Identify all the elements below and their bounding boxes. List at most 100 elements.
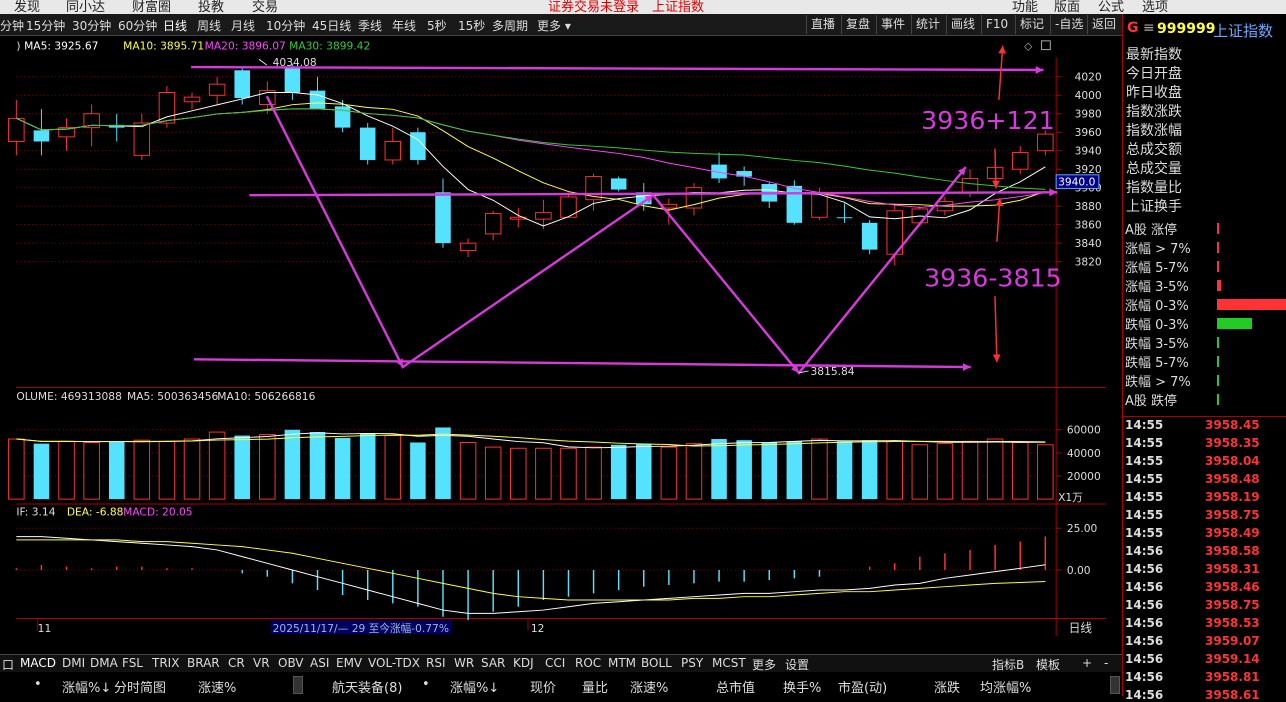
f10-button[interactable]: F10 [981, 15, 1012, 34]
indicator-tab-mcst[interactable]: MCST [712, 656, 746, 670]
col-pe[interactable]: 市盈(动) [838, 677, 887, 696]
mark-button[interactable]: 标记 [1015, 15, 1048, 34]
indicator-tab-rsi[interactable]: RSI [426, 656, 446, 670]
tick-time: 14:56 [1125, 652, 1164, 666]
indicator-tab-asi[interactable]: ASI [310, 656, 329, 670]
tick-price: 3958.75 [1205, 598, 1260, 612]
col-turnover[interactable]: 换手% [783, 677, 821, 696]
volume-bar [410, 442, 426, 500]
period-more[interactable]: 更多 ▾ [537, 17, 571, 34]
menu-trade[interactable]: 交易 [252, 0, 278, 14]
col-avg-change[interactable]: 均涨幅% [980, 677, 1031, 696]
menu-options[interactable]: 选项 [1142, 0, 1168, 14]
maximize-icon[interactable] [1041, 40, 1051, 51]
scrollbar-right[interactable] [1110, 676, 1120, 694]
price-highlight-label: 3940.0 [1058, 176, 1096, 189]
stats-button[interactable]: 统计 [911, 15, 944, 34]
indicator-tab-psy[interactable]: PSY [681, 656, 703, 670]
indicator-b-button[interactable]: 指标B [992, 656, 1024, 673]
col-market-cap[interactable]: 总市值 [716, 677, 755, 696]
col-price[interactable]: 现价 [530, 677, 556, 696]
login-warning[interactable]: 证券交易未登录 上证指数 [548, 0, 704, 14]
bucket-label: A股 跌停 [1125, 394, 1178, 409]
col-change[interactable]: 涨跌 [934, 677, 960, 696]
col-mini-chart[interactable]: 分时简图 [114, 677, 166, 696]
indicator-tab-cr[interactable]: CR [228, 656, 245, 670]
indicator-tab-box[interactable]: 口 [2, 656, 14, 673]
add-button[interactable]: + [1082, 656, 1092, 670]
bucket-label: 跌幅 > 7% [1125, 375, 1191, 390]
volume-bar [560, 447, 577, 500]
indicator-tab-emv[interactable]: EMV [336, 656, 362, 670]
scrollbar-left[interactable] [293, 676, 303, 694]
period-1min[interactable]: 分钟 [0, 17, 24, 34]
indicator-tab-kdj[interactable]: KDJ [513, 656, 534, 670]
col-change-pct-left[interactable]: 涨幅%↓ [62, 677, 111, 696]
indicator-tab-cci[interactable]: CCI [545, 656, 565, 670]
period-10min[interactable]: 10分钟 [266, 17, 305, 34]
col-volume-ratio[interactable]: 量比 [582, 677, 608, 696]
col-speed[interactable]: 涨速% [630, 677, 668, 696]
col-sector-aerospace[interactable]: 航天装备(8) [332, 677, 402, 696]
period-5sec[interactable]: 5秒 [427, 17, 447, 34]
indicator-tab-dma[interactable]: DMA [90, 656, 118, 670]
indicator-tab-trix[interactable]: TRIX [152, 656, 179, 670]
menu-formula[interactable]: 公式 [1098, 0, 1124, 14]
period-15min[interactable]: 15分钟 [26, 17, 65, 34]
menu-wealth-circle[interactable]: 财富圈 [132, 0, 171, 14]
period-quarterly[interactable]: 季线 [358, 17, 382, 34]
menu-discover[interactable]: 发现 [14, 0, 40, 14]
period-yearly[interactable]: 年线 [392, 17, 416, 34]
period-multi[interactable]: 多周期 [492, 17, 528, 34]
bucket-bar [1217, 375, 1219, 386]
indicator-tab-roc[interactable]: ROC [575, 656, 601, 670]
menu-education[interactable]: 投教 [198, 0, 224, 14]
tick-time: 14:55 [1125, 490, 1164, 504]
indicator-tab-settings[interactable]: 设置 [785, 656, 809, 673]
menu-tongxiaoda[interactable]: 同小达 [66, 0, 105, 14]
legend-prefix: ) [16, 40, 20, 53]
indicator-tab-obv[interactable]: OBV [278, 656, 304, 670]
indicator-tab-vr[interactable]: VR [253, 656, 270, 670]
live-button[interactable]: 直播 [806, 15, 839, 34]
indicator-tab-boll[interactable]: BOLL [641, 656, 672, 670]
volume-bar [133, 439, 151, 500]
indicator-tab-brar[interactable]: BRAR [187, 656, 220, 670]
g-icon[interactable]: G [1127, 20, 1139, 36]
col-speed-left[interactable]: 涨速% [198, 677, 236, 696]
macd-legend-dif: IF: 3.14 [16, 506, 55, 519]
menu-function[interactable]: 功能 [1012, 0, 1038, 14]
indicator-tab-macd[interactable]: MACD [20, 656, 56, 670]
remove-watchlist-button[interactable]: -自选 [1050, 15, 1087, 34]
indicator-tab-vol-tdx[interactable]: VOL-TDX [368, 656, 420, 670]
indicator-tab-fsl[interactable]: FSL [122, 656, 143, 670]
period-daily[interactable]: 日线 [163, 17, 187, 34]
period-bar: 分钟 15分钟 30分钟 60分钟 日线 周线 月线 10分钟 45日线 季线 … [0, 14, 1122, 36]
indicator-tab-dmi[interactable]: DMI [62, 656, 85, 670]
draw-line-button[interactable]: 画线 [946, 15, 979, 34]
col-change-pct[interactable]: 涨幅%↓ [450, 677, 499, 696]
review-button[interactable]: 复盘 [841, 15, 874, 34]
indicator-tab-sar[interactable]: SAR [481, 656, 505, 670]
menu-layout[interactable]: 版面 [1054, 0, 1080, 14]
period-30min[interactable]: 30分钟 [72, 17, 111, 34]
kline-chart[interactable]: ) MA5: 3925.67 MA10: 3895.71 MA20: 3896.… [0, 36, 1122, 636]
indicator-tab-mtm[interactable]: MTM [608, 656, 636, 670]
period-45day[interactable]: 45日线 [312, 17, 351, 34]
event-button[interactable]: 事件 [876, 15, 909, 34]
indicator-tab-more[interactable]: 更多 [752, 656, 776, 673]
diamond-icon[interactable]: ◇ [1024, 40, 1033, 53]
template-button[interactable]: 模板 [1036, 656, 1060, 673]
period-60min[interactable]: 60分钟 [118, 17, 157, 34]
stock-code: 999999 [1157, 21, 1216, 37]
remove-button[interactable]: - [1104, 656, 1108, 670]
period-monthly[interactable]: 月线 [231, 17, 255, 34]
period-15sec[interactable]: 15秒 [458, 17, 485, 34]
candle-body [183, 96, 201, 103]
candle-body [309, 90, 326, 110]
back-button[interactable]: 返回 [1087, 15, 1120, 34]
menu-icon[interactable]: ≡ [1143, 20, 1155, 36]
volume-bar [811, 438, 828, 500]
period-weekly[interactable]: 周线 [197, 17, 221, 34]
indicator-tab-wr[interactable]: WR [454, 656, 474, 670]
